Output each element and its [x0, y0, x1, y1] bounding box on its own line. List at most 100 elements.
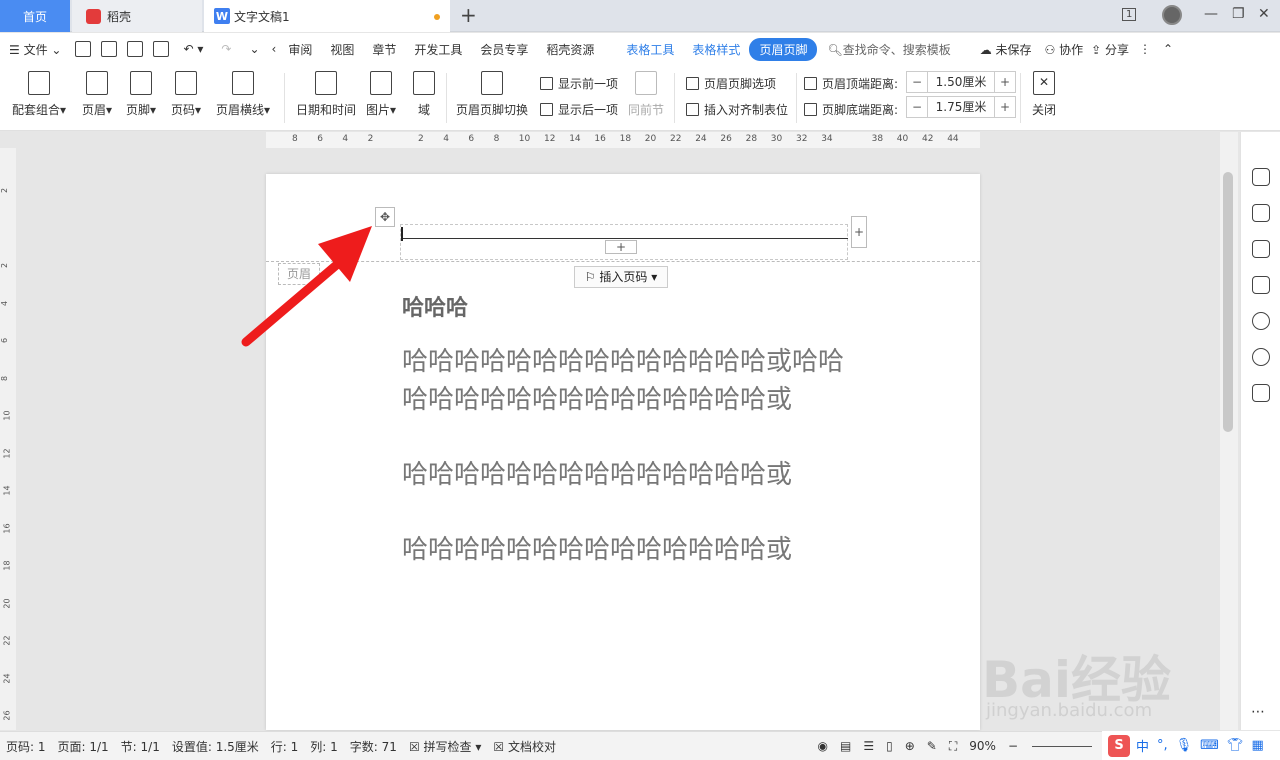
menu-daoke-resources[interactable]: 稻壳资源: [537, 41, 603, 58]
write-view-icon[interactable]: ✎: [921, 739, 943, 753]
print-icon[interactable]: [127, 41, 144, 57]
add-row-icon[interactable]: +: [605, 240, 637, 254]
increase-icon[interactable]: +: [995, 97, 1015, 117]
proofread-button[interactable]: ☒ 文档校对: [487, 738, 562, 755]
footer-button[interactable]: 页脚▾: [126, 71, 156, 118]
sliders-icon[interactable]: [1252, 276, 1270, 294]
menu-header-footer[interactable]: 页眉页脚: [749, 37, 818, 61]
print-preview-icon[interactable]: [153, 41, 170, 57]
menu-chapter[interactable]: 章节: [363, 41, 405, 58]
decrease-icon[interactable]: −: [907, 97, 927, 117]
field-button[interactable]: 域: [413, 71, 435, 118]
help-icon[interactable]: [1252, 312, 1270, 330]
status-section[interactable]: 节: 1/1: [115, 738, 166, 755]
redo-icon[interactable]: ↷: [212, 42, 240, 56]
header-footer-options-button[interactable]: 页眉页脚选项: [686, 75, 776, 92]
paragraph[interactable]: 哈哈哈哈哈哈哈哈哈哈哈哈哈哈或: [402, 532, 852, 570]
save-icon[interactable]: [75, 41, 92, 57]
vertical-scrollbar[interactable]: [1220, 132, 1238, 730]
menu-table-style[interactable]: 表格样式: [683, 41, 749, 58]
collapse-ribbon-icon[interactable]: ⌃: [1157, 42, 1179, 56]
horizontal-ruler[interactable]: 8 6 4 2 2 4 6 8 10 12 14 16 18 20 22 24 26 28 30 32 34 38 40 42…: [266, 132, 980, 148]
status-setting[interactable]: 设置值: 1.5厘米: [166, 738, 265, 755]
web-view-icon[interactable]: ⊕: [899, 739, 921, 753]
page-count-indicator[interactable]: 1: [1122, 8, 1137, 21]
zoom-out-icon[interactable]: −: [1002, 739, 1024, 753]
menu-table-tools[interactable]: 表格工具: [617, 41, 683, 58]
more-icon[interactable]: ⋮: [1133, 42, 1157, 56]
tab-daoke[interactable]: 稻壳: [72, 0, 202, 32]
grid-icon[interactable]: ▦: [1251, 738, 1263, 753]
export-icon[interactable]: [101, 41, 118, 57]
more-icon[interactable]: ⋯: [1251, 704, 1265, 720]
header-button[interactable]: 页眉▾: [82, 71, 112, 118]
undo-icon[interactable]: ↶ ▾: [174, 42, 212, 56]
paragraph[interactable]: 哈哈哈哈哈哈哈哈哈哈哈哈哈哈或: [402, 457, 852, 495]
eye-protection-icon[interactable]: ◉: [812, 739, 834, 753]
keyboard-icon[interactable]: ⌨: [1200, 738, 1219, 753]
skin-icon[interactable]: 👕︎: [1227, 738, 1244, 753]
mic-icon[interactable]: 🎙︎: [1176, 738, 1193, 753]
minimize-button[interactable]: —: [1204, 6, 1218, 22]
zoom-level[interactable]: 90%: [963, 739, 1002, 753]
scroll-thumb[interactable]: [1223, 172, 1233, 432]
share-button[interactable]: ⇪ 分享: [1087, 41, 1133, 58]
reading-view-icon[interactable]: ▯: [880, 739, 899, 753]
status-pages[interactable]: 页面: 1/1: [52, 738, 115, 755]
show-next-button[interactable]: 显示后一项: [540, 101, 618, 118]
rocket-icon[interactable]: [1252, 168, 1270, 186]
fit-page-icon[interactable]: ⛶: [943, 739, 963, 754]
close-header-footer-button[interactable]: ✕ 关闭: [1032, 71, 1056, 118]
picture-button[interactable]: 图片▾: [366, 71, 396, 118]
status-row[interactable]: 行: 1: [265, 738, 305, 755]
pen-icon[interactable]: [1252, 204, 1270, 222]
move-table-icon[interactable]: ✥: [375, 207, 395, 227]
same-as-previous-button[interactable]: 同前节: [628, 71, 664, 118]
footer-bottom-distance-value[interactable]: 1.75厘米: [927, 97, 995, 117]
add-column-icon[interactable]: +: [851, 216, 867, 248]
menu-member[interactable]: 会员专享: [471, 41, 537, 58]
cursor-icon[interactable]: [1252, 240, 1270, 258]
lightning-icon[interactable]: [1252, 348, 1270, 366]
footer-bottom-distance-stepper[interactable]: −1.75厘米 +: [906, 96, 1016, 118]
status-words[interactable]: 字数: 71: [344, 738, 403, 755]
outline-view-icon[interactable]: ☰: [857, 739, 880, 753]
show-previous-button[interactable]: 显示前一项: [540, 75, 618, 92]
tab-document[interactable]: W 文字文稿1: [204, 0, 450, 32]
punctuation-icon[interactable]: °,: [1157, 738, 1168, 753]
file-menu[interactable]: ☰ 文件 ⌄: [0, 41, 70, 58]
date-time-button[interactable]: 日期和时间: [296, 71, 356, 118]
zoom-slider[interactable]: [1032, 745, 1092, 747]
ocr-icon[interactable]: [1252, 384, 1270, 402]
vertical-ruler[interactable]: 2 2 4 6 8 10 12 14 16 18 20 22 24 26: [0, 148, 16, 730]
status-col[interactable]: 列: 1: [304, 738, 344, 755]
header-top-distance-value[interactable]: 1.50厘米: [927, 72, 995, 92]
tab-home[interactable]: 首页: [0, 0, 70, 32]
scroll-left-icon[interactable]: ‹: [269, 42, 280, 56]
insert-page-number-button[interactable]: ⚐ 插入页码 ▾: [574, 266, 668, 288]
sogou-icon[interactable]: S: [1108, 734, 1130, 757]
menu-review[interactable]: 审阅: [279, 41, 321, 58]
restore-button[interactable]: ❐: [1232, 6, 1245, 22]
avatar[interactable]: [1162, 5, 1182, 25]
collab-button[interactable]: ⚇ 协作: [1041, 41, 1088, 58]
header-top-distance-stepper[interactable]: −1.50厘米 +: [906, 71, 1016, 93]
close-button[interactable]: ✕: [1258, 6, 1270, 22]
search-box[interactable]: 🔍︎查找命令、搜索模板: [817, 41, 950, 58]
page-number-button[interactable]: 页码▾: [171, 71, 201, 118]
header-line-button[interactable]: 页眉横线▾: [216, 71, 270, 118]
insert-align-tab-button[interactable]: 插入对齐制表位: [686, 101, 788, 118]
menu-view[interactable]: 视图: [321, 41, 363, 58]
new-tab-button[interactable]: +: [460, 3, 477, 27]
customize-icon[interactable]: ⌄: [240, 42, 268, 56]
switch-header-footer-button[interactable]: 页眉页脚切换: [456, 71, 528, 118]
document-heading[interactable]: 哈哈哈: [402, 290, 468, 322]
paragraph[interactable]: 哈哈哈哈哈哈哈哈哈哈哈哈哈哈或哈哈哈哈哈哈哈哈哈哈哈哈哈哈哈哈或: [402, 344, 852, 419]
increase-icon[interactable]: +: [995, 72, 1015, 92]
spell-check-button[interactable]: ☒ 拼写检查 ▾: [403, 738, 487, 755]
document-page[interactable]: ✥ + + 页眉 ⚐ 插入页码 ▾ 哈哈哈 哈哈哈哈哈哈哈哈哈哈哈哈哈哈或哈哈哈…: [266, 174, 980, 730]
menu-developer[interactable]: 开发工具: [405, 41, 471, 58]
decrease-icon[interactable]: −: [907, 72, 927, 92]
unsaved-button[interactable]: ☁ 未保存: [971, 41, 1041, 58]
set-combo-button[interactable]: 配套组合▾: [12, 71, 66, 118]
